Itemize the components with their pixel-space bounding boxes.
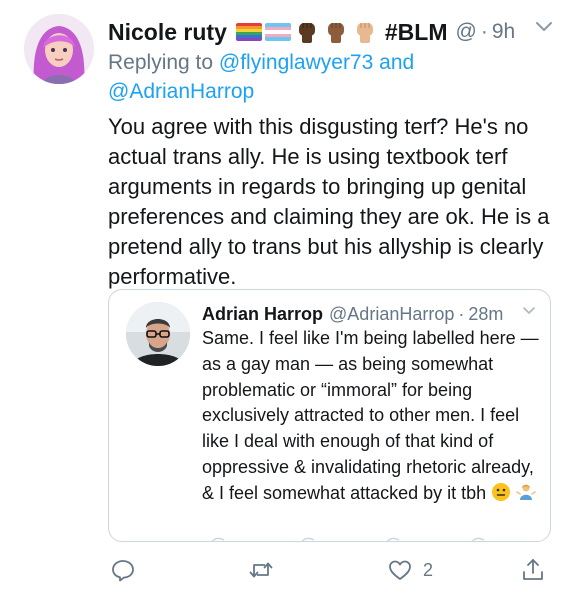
quoted-text-block: Same. I feel like I'm being labelled her… <box>202 326 542 507</box>
tweet-time[interactable]: 9h <box>492 20 515 44</box>
quoted-chevron-down-icon[interactable] <box>522 306 536 316</box>
heart-icon <box>389 560 411 580</box>
reply-mention-2[interactable]: @AdrianHarrop <box>108 80 254 103</box>
author-handle[interactable]: @ <box>456 20 477 44</box>
reply-mention-1[interactable]: @flyinglawyer73 <box>219 51 373 74</box>
quoted-author-avatar <box>126 302 190 366</box>
reply-and[interactable]: and <box>379 51 414 74</box>
rainbow-flag-icon <box>235 23 262 41</box>
reply-button[interactable] <box>110 552 136 588</box>
chevron-down-icon[interactable] <box>534 20 554 34</box>
retweet-icon <box>249 562 273 578</box>
name-hashtag: #BLM <box>384 18 448 45</box>
tweet-text: You agree with this disgusting terf? He'… <box>108 114 550 289</box>
separator-dot: · <box>480 20 488 43</box>
quoted-header: Adrian Harrop @AdrianHarrop · 28m <box>202 300 536 328</box>
quoted-tweet[interactable]: Adrian Harrop @AdrianHarrop · 28m Same. … <box>108 289 551 542</box>
tweet-actions: 2 <box>108 552 560 588</box>
raised-fist-dark-icon <box>298 23 315 43</box>
name-emojis <box>235 19 381 45</box>
quoted-time[interactable]: 28m <box>468 304 503 325</box>
like-button[interactable]: 2 <box>387 552 433 588</box>
quoted-author-name[interactable]: Adrian Harrop <box>202 304 323 325</box>
quoted-actions-row <box>211 537 485 541</box>
raised-fist-light-icon <box>356 23 373 43</box>
like-count: 2 <box>423 559 434 580</box>
share-button[interactable] <box>520 552 546 588</box>
reply-prefix: Replying to <box>108 51 214 74</box>
retweet-button[interactable] <box>248 552 274 588</box>
replying-to: Replying to @flyinglawyer73 and @AdrianH… <box>108 48 508 106</box>
raised-fist-medium-icon <box>327 23 344 43</box>
author-avatar[interactable] <box>24 14 94 84</box>
tweet-header: Nicole ruty #BLM @ · 9h <box>108 14 556 50</box>
trans-flag-icon <box>264 23 291 41</box>
share-icon <box>523 559 543 580</box>
quoted-separator-dot: · <box>458 303 465 324</box>
quoted-text: Same. I feel like I'm being labelled her… <box>202 328 539 503</box>
author-name[interactable]: Nicole ruty <box>108 19 227 46</box>
person-shrugging-icon <box>516 484 536 500</box>
neutral-face-icon <box>492 482 511 501</box>
quoted-author-handle[interactable]: @AdrianHarrop <box>329 304 454 325</box>
reply-icon <box>112 560 134 582</box>
